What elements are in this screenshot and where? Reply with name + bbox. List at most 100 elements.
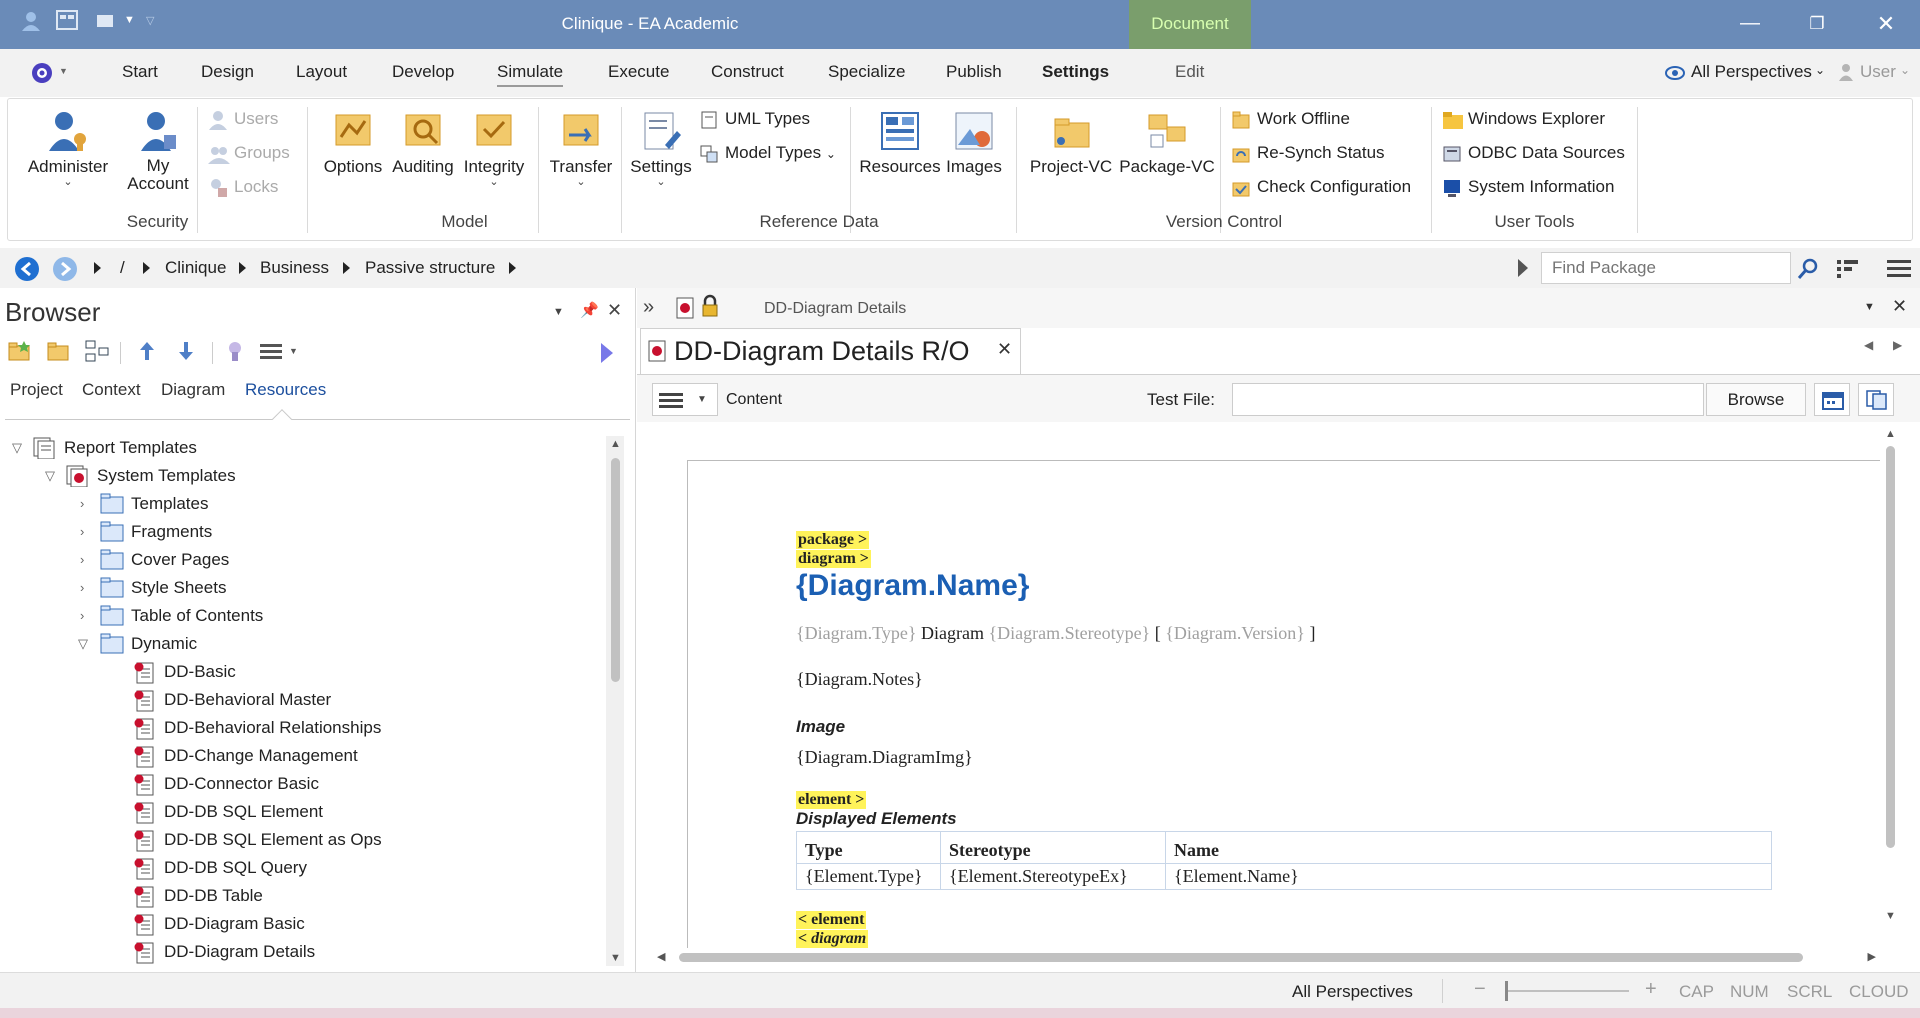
expand-icon[interactable]: ›	[80, 496, 94, 511]
breadcrumb-root[interactable]: /	[120, 258, 125, 278]
context-tab-document[interactable]: Document	[1129, 0, 1251, 49]
new-package-icon[interactable]	[8, 340, 32, 362]
integrity-button[interactable]: Integrity ⌄	[458, 109, 530, 188]
document-hscroll-thumb[interactable]	[679, 953, 1803, 962]
collapse-icon[interactable]: ▽	[78, 636, 92, 652]
scroll-right-icon[interactable]: ▶	[1868, 950, 1876, 963]
uml-types-button[interactable]: UML Types	[699, 109, 810, 130]
scroll-tabs-left-icon[interactable]: ◀	[1864, 338, 1873, 352]
menu-design[interactable]: Design	[201, 62, 254, 82]
forward-icon[interactable]	[52, 256, 78, 282]
breadcrumb-arrow-icon[interactable]	[343, 262, 350, 274]
options-button[interactable]: Options	[318, 109, 388, 177]
app-menu-chevron-icon[interactable]: ▼	[59, 66, 68, 76]
close-panel-icon[interactable]: ✕	[1892, 296, 1907, 317]
grid-view-icon[interactable]	[1836, 258, 1860, 280]
breadcrumb-passive-structure[interactable]: Passive structure	[365, 258, 495, 278]
find-package-input[interactable]	[1541, 252, 1791, 284]
user-menu[interactable]: User	[1860, 62, 1896, 82]
menu-develop[interactable]: Develop	[392, 62, 454, 82]
administer-button[interactable]: Administer ⌄	[18, 109, 118, 188]
panel-menu-chevron-icon[interactable]: ▼	[1864, 301, 1875, 313]
hamburger-menu-icon[interactable]	[1887, 259, 1911, 277]
document-vertical-scrollbar[interactable]: ▲ ▼	[1880, 424, 1900, 926]
status-perspectives[interactable]: All Perspectives	[1292, 982, 1413, 1002]
panel-menu-chevron-icon[interactable]: ▼	[553, 306, 564, 318]
close-panel-icon[interactable]: ✕	[607, 300, 622, 321]
hierarchy-icon[interactable]	[85, 340, 109, 362]
tab-dd-diagram-details[interactable]: DD-Diagram Details R/O ✕	[640, 328, 1021, 374]
zoom-slider[interactable]	[1505, 981, 1629, 1001]
tab-project[interactable]: Project	[10, 380, 63, 400]
list-menu-icon[interactable]	[260, 342, 284, 360]
zoom-slider-handle[interactable]	[1505, 981, 1508, 1001]
perspectives-chevron-icon[interactable]: ⌄	[1815, 63, 1825, 77]
expand-icon[interactable]: ›	[80, 580, 94, 595]
collapse-icon[interactable]: ▽	[12, 440, 26, 456]
tab-resources[interactable]: Resources	[245, 380, 326, 400]
menu-specialize[interactable]: Specialize	[828, 62, 906, 82]
package-vc-button[interactable]: Package-VC	[1119, 109, 1215, 177]
browse-button[interactable]: Browse	[1706, 383, 1806, 416]
menu-edit[interactable]: Edit	[1175, 62, 1204, 82]
properties-hand-icon[interactable]	[224, 340, 246, 362]
model-types-button[interactable]: Model Types ⌄	[699, 143, 836, 164]
list-menu-chevron-icon[interactable]: ▼	[289, 346, 298, 356]
breadcrumb-clinique[interactable]: Clinique	[165, 258, 226, 278]
user-chevron-icon[interactable]: ⌄	[1900, 63, 1910, 77]
scroll-down-icon[interactable]: ▼	[1885, 910, 1896, 922]
menu-layout[interactable]: Layout	[296, 62, 347, 82]
check-configuration-button[interactable]: Check Configuration	[1231, 177, 1411, 198]
project-vc-button[interactable]: Project-VC	[1023, 109, 1119, 177]
zoom-out-button[interactable]: −	[1474, 978, 1486, 1001]
app-menu-icon[interactable]	[30, 61, 56, 85]
test-file-input[interactable]	[1232, 383, 1704, 416]
odbc-data-sources-button[interactable]: ODBC Data Sources	[1442, 143, 1625, 164]
tab-diagram[interactable]: Diagram	[161, 380, 225, 400]
menu-execute[interactable]: Execute	[608, 62, 669, 82]
tree-scroll-thumb[interactable]	[611, 458, 620, 682]
template-document[interactable]: package > diagram > {Diagram.Name} {Diag…	[687, 460, 1880, 960]
collapse-icon[interactable]: ▽	[45, 468, 59, 484]
tree-scrollbar[interactable]: ▲ ▼	[606, 436, 624, 966]
windows-explorer-button[interactable]: Windows Explorer	[1442, 109, 1605, 130]
expand-icon[interactable]: ›	[80, 524, 94, 539]
close-tab-icon[interactable]: ✕	[997, 339, 1012, 360]
close-window-button[interactable]: ✕	[1856, 0, 1916, 49]
groups-button[interactable]: Groups	[208, 143, 290, 164]
document-vscroll-thumb[interactable]	[1886, 446, 1895, 848]
scroll-up-icon[interactable]: ▲	[1885, 428, 1896, 440]
scroll-left-icon[interactable]: ◀	[657, 950, 665, 963]
breadcrumb-arrow-icon[interactable]	[143, 262, 150, 274]
scroll-up-icon[interactable]: ▲	[610, 438, 621, 450]
locks-button[interactable]: Locks	[208, 177, 278, 198]
menu-publish[interactable]: Publish	[946, 62, 1002, 82]
zoom-in-button[interactable]: +	[1645, 978, 1657, 1001]
back-icon[interactable]	[14, 256, 40, 282]
open-folder-icon[interactable]	[47, 340, 71, 362]
breadcrumb-arrow-icon[interactable]	[94, 262, 101, 274]
system-information-button[interactable]: System Information	[1442, 177, 1614, 198]
menu-construct[interactable]: Construct	[711, 62, 784, 82]
expand-icon[interactable]: ›	[80, 608, 94, 623]
users-button[interactable]: Users	[208, 109, 278, 130]
pin-icon[interactable]: 📌	[580, 301, 599, 319]
restore-button[interactable]: ❐	[1787, 0, 1847, 49]
transfer-button[interactable]: Transfer ⌄	[546, 109, 616, 188]
document-horizontal-scrollbar[interactable]: ◀ ▶	[655, 948, 1880, 966]
calendar-button[interactable]	[1814, 383, 1850, 416]
copy-document-button[interactable]	[1858, 383, 1894, 416]
breadcrumb-arrow-icon[interactable]	[509, 262, 516, 274]
resynch-status-button[interactable]: Re-Synch Status	[1231, 143, 1385, 164]
scroll-down-icon[interactable]: ▼	[610, 952, 621, 964]
expand-panel-icon[interactable]: »	[643, 296, 654, 319]
my-account-button[interactable]: My Account	[118, 109, 198, 194]
find-expand-icon[interactable]	[1516, 258, 1530, 278]
tab-context[interactable]: Context	[82, 380, 141, 400]
minimize-button[interactable]: —	[1720, 0, 1780, 49]
breadcrumb-arrow-icon[interactable]	[239, 262, 246, 274]
menu-settings[interactable]: Settings	[1042, 62, 1109, 82]
move-down-icon[interactable]	[176, 340, 196, 362]
settings-button[interactable]: Settings ⌄	[628, 109, 694, 188]
content-menu-button[interactable]: ▼	[652, 383, 718, 416]
